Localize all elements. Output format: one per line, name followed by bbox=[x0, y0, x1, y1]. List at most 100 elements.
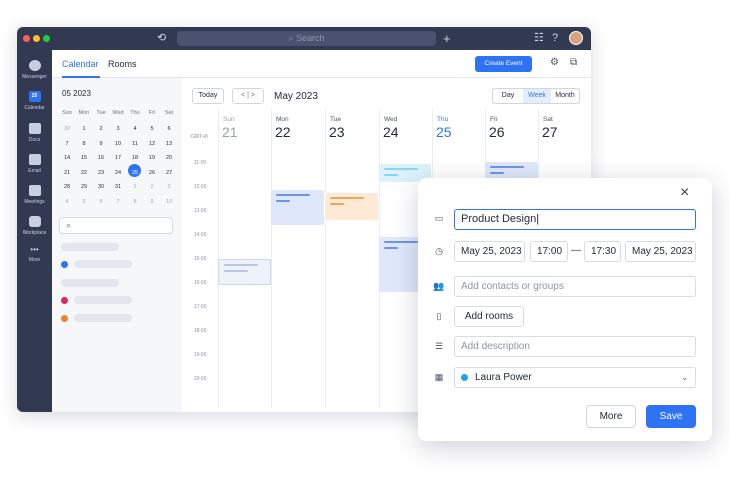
calendar-event[interactable] bbox=[271, 190, 324, 225]
day-number[interactable]: 21 bbox=[222, 124, 238, 140]
mini-calendar-day[interactable]: 10 bbox=[161, 199, 177, 205]
skeleton-line bbox=[61, 243, 119, 251]
mini-calendar-day[interactable]: 6 bbox=[161, 126, 177, 132]
sidebar-item-more[interactable]: ••• More bbox=[17, 245, 52, 264]
mini-calendar-day[interactable]: 7 bbox=[59, 141, 75, 147]
close-window-dot[interactable] bbox=[23, 35, 30, 42]
tab-calendar[interactable]: Calendar bbox=[62, 59, 99, 69]
people-search-input[interactable]: ⌕ bbox=[59, 217, 173, 234]
mini-calendar-day[interactable]: 30 bbox=[93, 184, 109, 190]
mini-calendar-day[interactable]: 21 bbox=[59, 170, 75, 176]
view-day-button[interactable]: Day bbox=[493, 89, 523, 103]
mini-calendar-day[interactable]: 26 bbox=[144, 170, 160, 176]
mini-calendar-day[interactable]: 10 bbox=[110, 141, 126, 147]
day-number[interactable]: 23 bbox=[329, 124, 345, 140]
mini-calendar-day[interactable]: 8 bbox=[76, 141, 92, 147]
mini-calendar-day[interactable]: 13 bbox=[161, 141, 177, 147]
calendar-dot-icon bbox=[61, 315, 68, 322]
description-input[interactable]: Add description bbox=[454, 336, 696, 357]
maximize-window-dot[interactable] bbox=[43, 35, 50, 42]
view-month-button[interactable]: Month bbox=[551, 89, 579, 103]
help-icon[interactable]: ? bbox=[552, 31, 558, 46]
more-button[interactable]: More bbox=[586, 405, 636, 428]
mini-calendar-day[interactable]: 5 bbox=[144, 126, 160, 132]
user-avatar[interactable] bbox=[569, 31, 583, 45]
day-number[interactable]: 22 bbox=[275, 124, 291, 140]
mini-calendar-day[interactable]: 15 bbox=[76, 155, 92, 161]
calendar-event[interactable] bbox=[325, 193, 378, 220]
sidebar-item-workplace[interactable]: Workplace bbox=[17, 216, 52, 236]
mini-calendar-day[interactable]: 1 bbox=[127, 184, 143, 190]
day-number[interactable]: 25 bbox=[436, 124, 452, 140]
settings-icon[interactable]: ⚙ bbox=[550, 57, 559, 68]
day-name: Fri bbox=[490, 116, 498, 123]
event-title-field[interactable]: Product Design| bbox=[454, 209, 696, 230]
mini-calendar-day[interactable]: 19 bbox=[144, 155, 160, 161]
mini-calendar-day[interactable]: 2 bbox=[93, 126, 109, 132]
current-month-label: May 2023 bbox=[274, 91, 318, 102]
status-icon[interactable]: ☷ bbox=[534, 31, 544, 46]
mini-calendar-day[interactable]: 2 bbox=[144, 184, 160, 190]
mini-calendar-day[interactable]: 14 bbox=[59, 155, 75, 161]
day-number[interactable]: 26 bbox=[489, 124, 505, 140]
minimize-window-dot[interactable] bbox=[33, 35, 40, 42]
save-button[interactable]: Save bbox=[646, 405, 696, 428]
sidebar-item-email[interactable]: Email bbox=[17, 154, 52, 174]
mini-calendar-day[interactable]: 8 bbox=[127, 199, 143, 205]
day-number[interactable]: 24 bbox=[383, 124, 399, 140]
mini-calendar-day[interactable]: 9 bbox=[93, 141, 109, 147]
end-date-field[interactable]: May 25, 2023 bbox=[625, 241, 696, 262]
more-icon: ••• bbox=[30, 245, 39, 254]
prev-week-button[interactable]: < bbox=[241, 92, 245, 99]
mini-calendar-day[interactable]: 30 bbox=[59, 126, 75, 132]
sidebar-label: Workplace bbox=[22, 230, 47, 236]
history-icon[interactable]: ⟲ bbox=[157, 31, 166, 46]
view-week-button[interactable]: Week bbox=[523, 89, 551, 103]
mini-calendar-day[interactable]: 11 bbox=[127, 141, 143, 147]
mini-calendar-day[interactable]: 12 bbox=[144, 141, 160, 147]
mini-calendar-day[interactable]: 3 bbox=[161, 184, 177, 190]
add-icon[interactable]: + bbox=[443, 31, 451, 46]
mini-calendar-day[interactable]: 28 bbox=[59, 184, 75, 190]
sidebar-item-calendar[interactable]: 25 Calendar bbox=[17, 91, 52, 111]
share-icon[interactable]: ⧉ bbox=[570, 57, 577, 68]
mini-calendar-day[interactable]: 5 bbox=[76, 199, 92, 205]
mini-calendar-day[interactable]: 9 bbox=[144, 199, 160, 205]
add-rooms-button[interactable]: Add rooms bbox=[454, 306, 524, 327]
mini-calendar-day[interactable]: 29 bbox=[76, 184, 92, 190]
sidebar-label: Docs bbox=[28, 137, 41, 143]
start-date-field[interactable]: May 25, 2023 bbox=[454, 241, 525, 262]
mini-calendar-day[interactable]: 4 bbox=[127, 126, 143, 132]
calendar-owner-select[interactable]: Laura Power ⌄ bbox=[454, 367, 696, 388]
mini-calendar-day[interactable]: 31 bbox=[110, 184, 126, 190]
today-button[interactable]: Today bbox=[192, 88, 224, 104]
mini-calendar-day[interactable]: 7 bbox=[110, 199, 126, 205]
mini-calendar-day[interactable]: 23 bbox=[93, 170, 109, 176]
close-icon[interactable]: × bbox=[680, 184, 689, 202]
mini-calendar-day[interactable]: 4 bbox=[59, 199, 75, 205]
mini-calendar-day[interactable]: 25 bbox=[127, 170, 143, 176]
sidebar-item-messenger[interactable]: Messenger bbox=[17, 60, 52, 80]
mini-calendar-day[interactable]: 16 bbox=[93, 155, 109, 161]
mini-calendar-day[interactable]: 27 bbox=[161, 170, 177, 176]
mini-calendar-day[interactable]: 1 bbox=[76, 126, 92, 132]
calendar-event[interactable] bbox=[218, 259, 271, 285]
mini-calendar-day[interactable]: 20 bbox=[161, 155, 177, 161]
start-time-field[interactable]: 17:00 bbox=[530, 241, 568, 262]
next-week-button[interactable]: > bbox=[251, 92, 255, 99]
mini-calendar-day[interactable]: 24 bbox=[110, 170, 126, 176]
mini-calendar-day[interactable]: 22 bbox=[76, 170, 92, 176]
end-time-field[interactable]: 17:30 bbox=[584, 241, 621, 262]
contacts-input[interactable]: Add contacts or groups bbox=[454, 276, 696, 297]
mini-calendar-day[interactable]: 18 bbox=[127, 155, 143, 161]
mini-calendar-day[interactable]: 6 bbox=[93, 199, 109, 205]
mini-calendar-title: 05 2023 bbox=[62, 89, 91, 98]
tab-rooms[interactable]: Rooms bbox=[108, 59, 137, 69]
sidebar-item-meetings[interactable]: Meetings bbox=[17, 185, 52, 205]
day-number[interactable]: 27 bbox=[542, 124, 558, 140]
mini-calendar-day[interactable]: 3 bbox=[110, 126, 126, 132]
global-search-input[interactable]: ⌕ Search bbox=[177, 31, 436, 46]
sidebar-item-docs[interactable]: Docs bbox=[17, 123, 52, 143]
create-event-button[interactable]: Create Event bbox=[475, 56, 532, 72]
mini-calendar-day[interactable]: 17 bbox=[110, 155, 126, 161]
